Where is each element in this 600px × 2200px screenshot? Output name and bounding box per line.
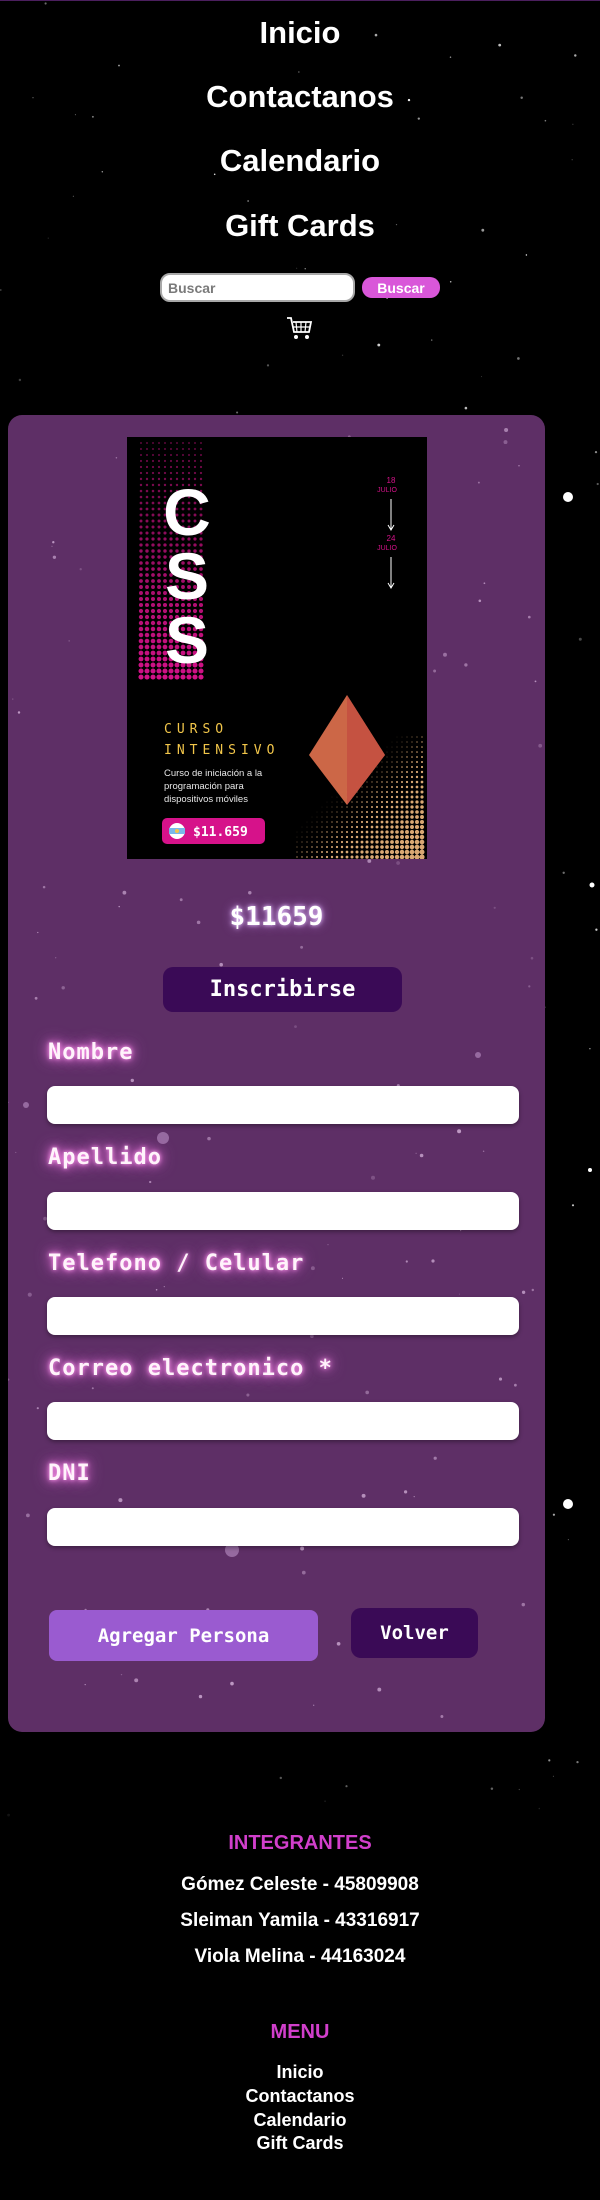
label-dni: DNI	[48, 1461, 91, 1486]
nav-contactanos[interactable]: Contactanos	[0, 79, 600, 115]
nav-inicio[interactable]: Inicio	[0, 15, 600, 51]
members-title: INTEGRANTES	[228, 1832, 372, 1854]
course-poster-image: C S S 18 JULIO 24 JULIO CURSO INTENSIVO …	[127, 437, 427, 859]
poster-course-line2: INTENSIVO	[164, 743, 279, 758]
label-correo: Correo electronico *	[48, 1356, 333, 1381]
nav-calendario[interactable]: Calendario	[0, 143, 600, 179]
dni-field[interactable]	[47, 1508, 519, 1546]
member-line: Viola Melina - 44163024	[194, 1946, 406, 1967]
footer-link-gift-cards[interactable]: Gift Cards	[0, 2133, 600, 2154]
search-button[interactable]: Buscar	[362, 277, 440, 298]
nombre-field[interactable]	[47, 1086, 519, 1124]
apellido-field[interactable]	[47, 1192, 519, 1230]
footer-link-inicio[interactable]: Inicio	[0, 2062, 600, 2083]
email-field[interactable]	[47, 1402, 519, 1440]
add-person-button[interactable]: Agregar Persona	[49, 1610, 318, 1661]
nav-gift-cards[interactable]: Gift Cards	[0, 208, 600, 244]
label-apellido: Apellido	[48, 1145, 162, 1170]
poster-description: Curso de iniciación a la	[164, 768, 263, 779]
poster-course-line1: CURSO	[164, 722, 228, 737]
course-card: C S S 18 JULIO 24 JULIO CURSO INTENSIVO …	[8, 415, 545, 1732]
poster-date-day: 18	[387, 476, 396, 485]
member-line: Sleiman Yamila - 43316917	[180, 1910, 420, 1931]
poster-description: dispositivos móviles	[164, 794, 248, 805]
back-button[interactable]: Volver	[351, 1608, 478, 1658]
site-header: Inicio Contactanos Calendario Gift Cards…	[0, 0, 600, 390]
poster-title-letter: S	[165, 539, 209, 613]
shopping-cart-icon[interactable]	[286, 315, 314, 341]
enroll-button[interactable]: Inscribirse	[163, 967, 402, 1012]
course-price: $11659	[229, 902, 324, 932]
poster-description: programación para	[164, 781, 244, 792]
search-bar: Buscar	[0, 273, 600, 303]
search-input[interactable]	[160, 273, 355, 302]
poster-date-month: JULIO	[377, 487, 397, 494]
label-telefono: Telefono / Celular	[48, 1251, 305, 1276]
label-nombre: Nombre	[48, 1040, 134, 1065]
menu-title: MENU	[270, 2021, 330, 2043]
footer-link-calendario[interactable]: Calendario	[0, 2110, 600, 2131]
member-line: Gómez Celeste - 45809908	[181, 1874, 419, 1895]
site-footer: INTEGRANTES Gómez Celeste - 45809908 Sle…	[0, 1740, 600, 2200]
poster-date-day: 24	[387, 534, 396, 543]
poster-title-letter: C	[163, 475, 211, 549]
poster-date-month: JULIO	[377, 545, 397, 552]
footer-link-contactanos[interactable]: Contactanos	[0, 2086, 600, 2107]
poster-badge-price: $11.659	[193, 825, 248, 840]
telefono-field[interactable]	[47, 1297, 519, 1335]
poster-title-letter: S	[165, 603, 209, 677]
